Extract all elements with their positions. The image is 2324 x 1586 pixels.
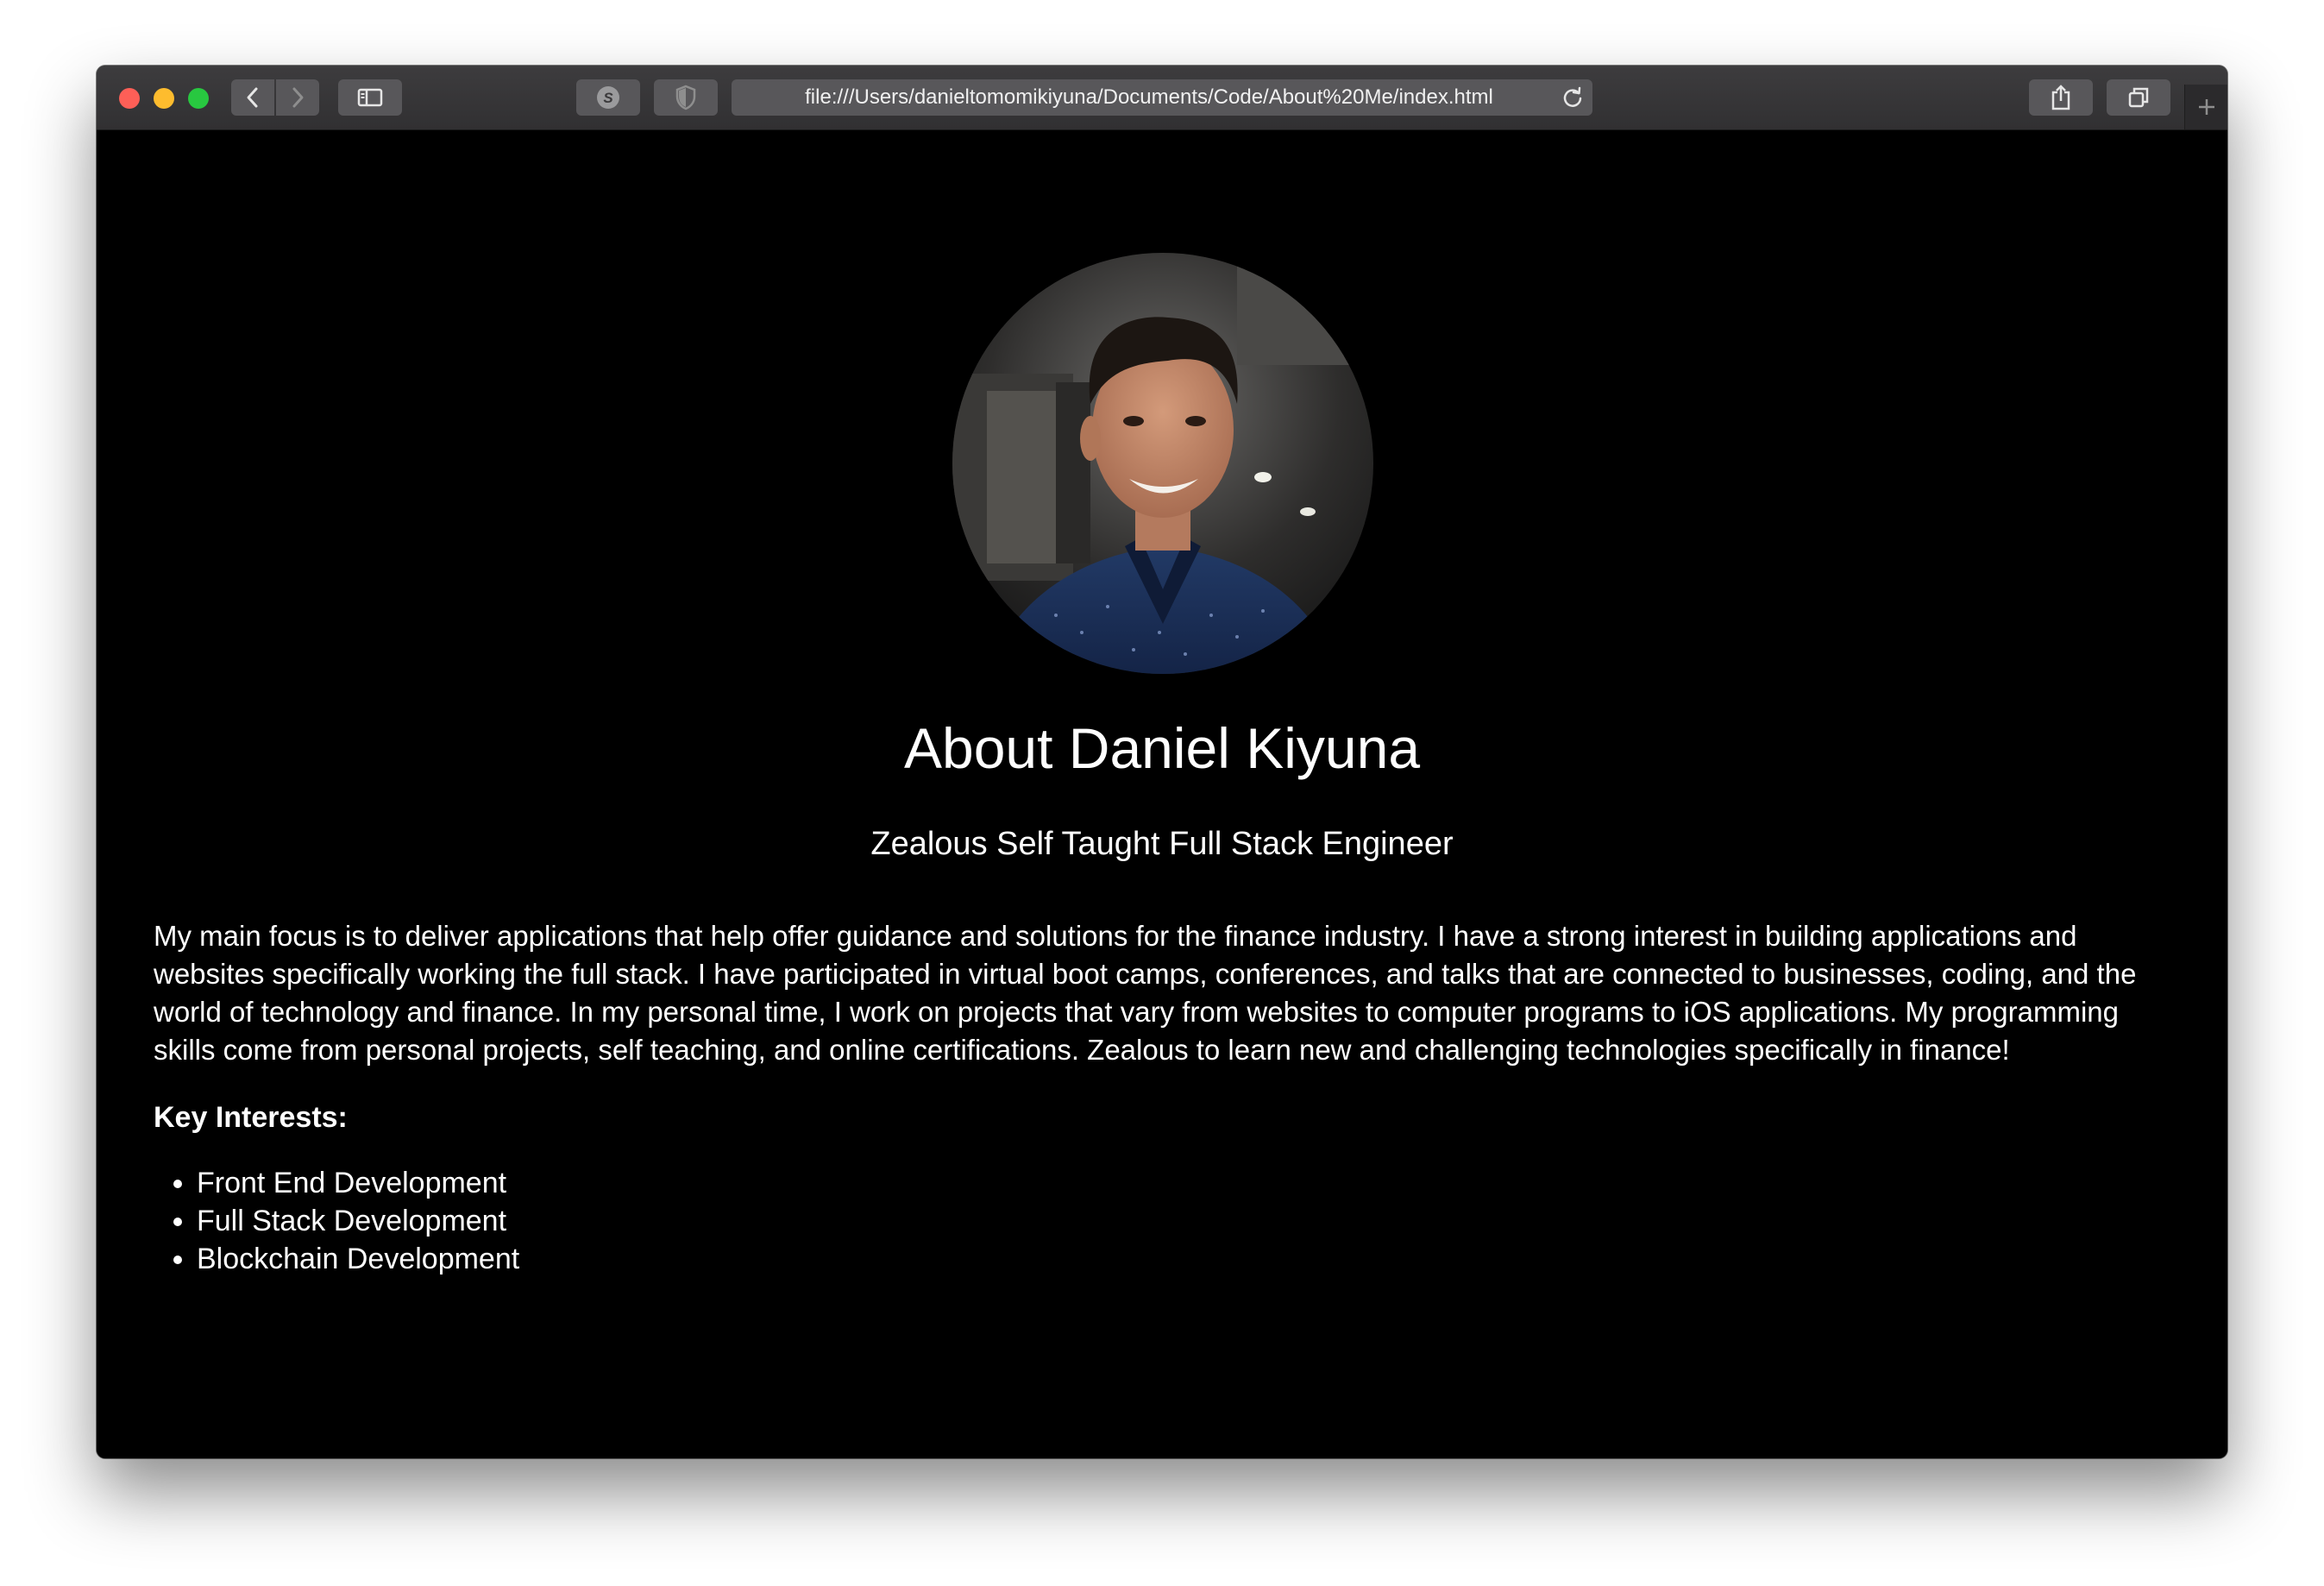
address-url: file:///Users/danieltomomikiyuna/Documen… (805, 85, 1493, 109)
share-icon (2051, 85, 2070, 110)
list-item: Full Stack Development (197, 1202, 519, 1240)
browser-toolbar: S file:///Users/danieltomomikiyuna/Docum… (97, 66, 2227, 130)
list-item: Blockchain Development (197, 1240, 519, 1278)
key-interests-heading: Key Interests: (154, 1101, 348, 1134)
shield-icon (675, 85, 696, 110)
zoom-window-button[interactable] (188, 88, 209, 109)
browser-window: S file:///Users/danieltomomikiyuna/Docum… (97, 66, 2227, 1458)
reload-icon[interactable] (1561, 86, 1584, 109)
forward-icon (292, 87, 304, 108)
sidebar-button[interactable] (338, 79, 402, 116)
sidebar-icon (357, 88, 383, 107)
bio-paragraph: My main focus is to deliver applications… (154, 920, 2137, 1066)
list-item: Front End Development (197, 1164, 519, 1202)
page-subtitle: Zealous Self Taught Full Stack Engineer (870, 826, 1454, 862)
page-title: About Daniel Kiyuna (903, 716, 1421, 780)
page-content: About Daniel Kiyuna Zealous Self Taught … (97, 130, 2227, 1458)
back-button[interactable] (231, 79, 274, 116)
svg-text:S: S (603, 90, 613, 106)
minimize-window-button[interactable] (154, 88, 174, 109)
tabs-overview-icon (2128, 87, 2149, 108)
back-icon (247, 87, 258, 108)
address-bar[interactable]: file:///Users/danieltomomikiyuna/Documen… (732, 79, 1592, 116)
privacy-button[interactable] (654, 79, 718, 116)
navigation-buttons (231, 79, 319, 116)
forward-button[interactable] (276, 79, 319, 116)
new-tab-button[interactable] (2184, 85, 2227, 129)
close-window-button[interactable] (119, 88, 140, 109)
plus-icon (2199, 99, 2214, 115)
extension-button[interactable]: S (576, 79, 640, 116)
extension-s-icon: S (597, 86, 619, 109)
tab-overview-button[interactable] (2107, 79, 2170, 116)
key-interests-list: Front End Development Full Stack Develop… (154, 1164, 519, 1278)
share-button[interactable] (2029, 79, 2093, 116)
profile-photo (952, 253, 1373, 674)
